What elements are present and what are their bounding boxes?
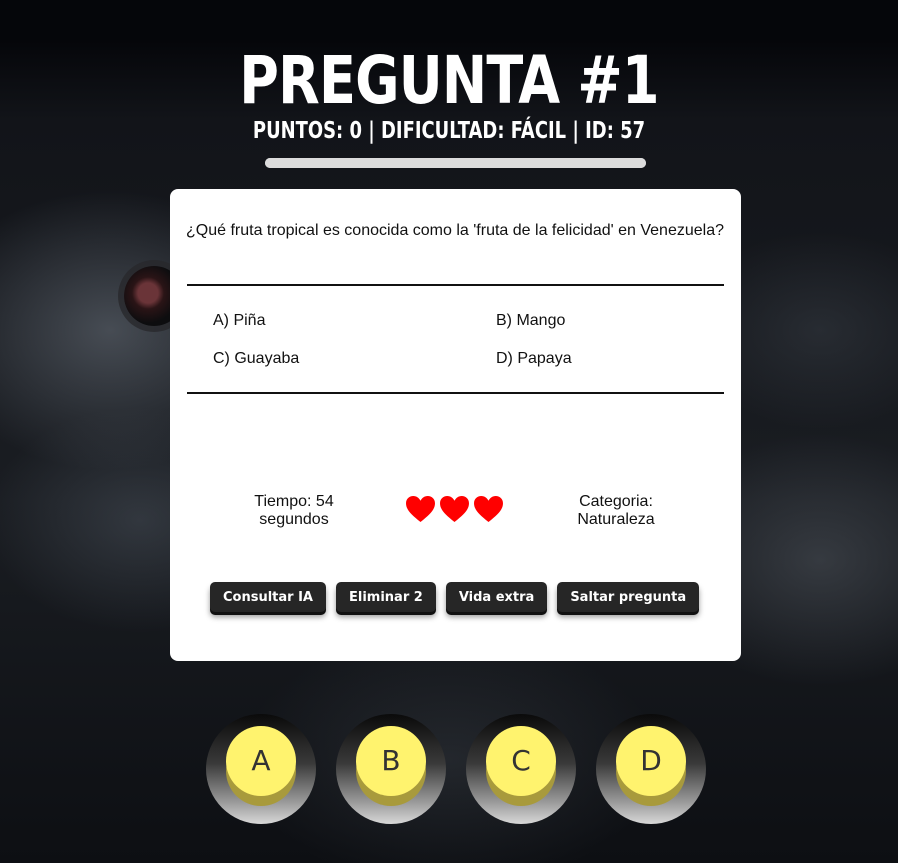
consult-ai-button[interactable]: Consultar IA [210,582,326,612]
score-difficulty-id: PUNTOS: 0 | DIFICULTAD: FÁCIL | ID: 57 [252,118,646,144]
helper-actions: Consultar IA Eliminar 2 Vida extra Salta… [210,582,700,612]
answer-button-c[interactable]: C [486,726,556,796]
answer-well-a: A [206,714,316,824]
lives [405,495,504,523]
answer-well-c: C [466,714,576,824]
extra-life-button[interactable]: Vida extra [445,582,548,612]
answer-button-d[interactable]: D [616,726,686,796]
question-text: ¿Qué fruta tropical es conocida como la … [186,222,724,239]
category: Categoria: Naturaleza [556,493,676,529]
category-label: Categoria: [579,493,653,510]
progress-bar [265,158,646,168]
progress-fill [265,158,646,168]
answer-well-d: D [596,714,706,824]
option-b[interactable]: B) Mango [496,312,565,330]
option-c[interactable]: C) Guayaba [213,350,299,368]
skip-question-button[interactable]: Saltar pregunta [557,582,700,612]
answer-buttons: A B C D [206,714,706,824]
answer-button-b[interactable]: B [356,726,426,796]
option-a[interactable]: A) Piña [213,312,265,330]
question-header: PREGUNTA #1 PUNTOS: 0 | DIFICULTAD: FÁCI… [0,40,898,144]
bottom-divider [187,392,724,394]
answer-well-b: B [336,714,446,824]
top-divider [187,284,724,286]
page-title: PREGUNTA #1 [239,42,659,119]
question-card: ¿Qué fruta tropical es conocida como la … [170,189,741,661]
heart-icon [473,495,504,523]
timer: Tiempo: 54 segundos [234,493,354,529]
option-d[interactable]: D) Papaya [496,350,572,368]
timer-value: Tiempo: 54 [254,493,334,510]
remove-two-button[interactable]: Eliminar 2 [336,582,436,612]
heart-icon [439,495,470,523]
answer-button-a[interactable]: A [226,726,296,796]
timer-unit: segundos [259,511,329,528]
heart-icon [405,495,436,523]
category-value: Naturaleza [577,511,655,528]
